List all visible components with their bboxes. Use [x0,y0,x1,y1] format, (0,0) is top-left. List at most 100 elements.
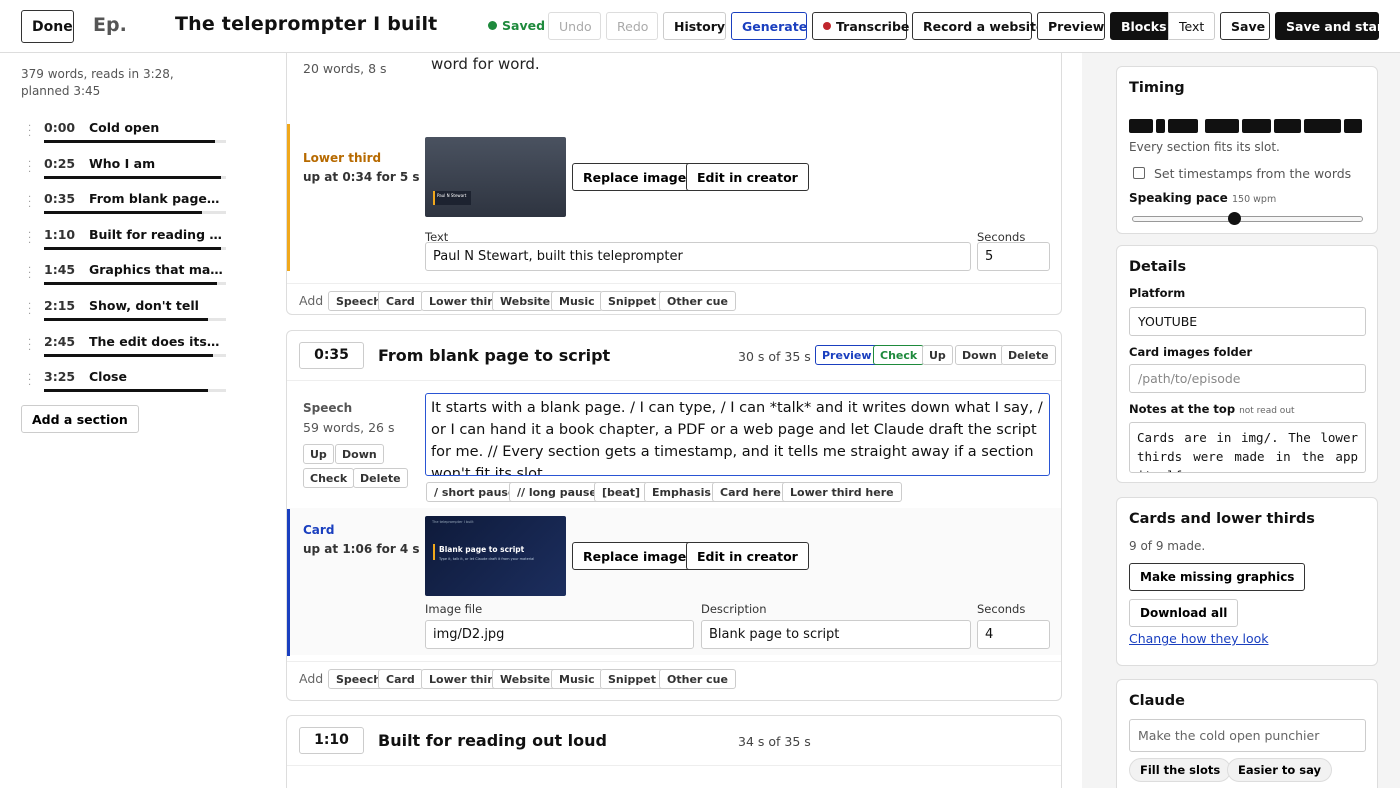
save-and-start-button[interactable]: Save and start [1275,12,1389,40]
outline-item[interactable]: · · · 0:00 Cold open [28,118,228,154]
outline-item[interactable]: ··· 0:35 From blank page to script [28,189,228,225]
replace-image-button[interactable]: Replace image [572,542,698,570]
outline-item-time: 2:15 [44,298,76,313]
outline-item-fit-bar [44,318,208,321]
notes-textarea[interactable]: Cards are in img/. The lower thirds were… [1129,422,1366,473]
markup-chip[interactable]: // long pause [509,482,605,502]
markup-chip[interactable]: Card here [712,482,789,502]
outline-item-fit-bar [44,246,221,250]
add-website-chip[interactable]: Website [492,291,559,311]
markup-chip[interactable]: [beat] [594,482,649,502]
speech-text-tail[interactable]: word for word. [431,55,540,73]
speech-check-button[interactable]: Check [303,468,355,488]
section-up-button[interactable]: Up [922,345,953,365]
lower-third-thumbnail[interactable]: Paul N Stewart [425,137,566,217]
timestamps-checkbox-label[interactable]: Set timestamps from the words [1154,166,1351,181]
speech-down-button[interactable]: Down [335,444,384,464]
pace-slider-track[interactable] [1132,216,1363,222]
section-card-from-blank-page: 0:35 From blank page to script 30 s of 3… [286,330,1062,701]
section-time[interactable]: 1:10 [299,727,364,754]
card-thumbnail[interactable]: The teleprompter I built Blank page to s… [425,516,566,596]
outline-item-time: 0:00 [44,120,76,135]
add-other-cue-chip[interactable]: Other cue [659,291,736,311]
card-cue-accent [287,509,290,656]
record-website-button[interactable]: Record a website [912,12,1045,40]
drag-handle-icon[interactable]: · · · [28,122,34,142]
section-time[interactable]: 0:35 [299,342,364,369]
add-card-chip[interactable]: Card [378,291,423,311]
speech-textarea[interactable]: It starts with a blank page. / I can typ… [425,393,1050,476]
timing-segment [1168,119,1198,133]
make-missing-graphics-button[interactable]: Make missing graphics [1129,563,1306,591]
edit-in-creator-button[interactable]: Edit in creator [686,163,809,191]
download-all-button[interactable]: Download all [1129,599,1239,627]
lower-third-text-input[interactable]: Paul N Stewart, built this teleprompter [425,242,971,271]
drag-handle-icon[interactable]: · · · [28,193,34,213]
markup-chip[interactable]: Lower third here [782,482,902,502]
description-input[interactable]: Blank page to script [701,620,971,649]
editor-main: 20 words, 8 s word for word. Lower third… [246,53,1082,788]
claude-prompt-input[interactable]: Make the cold open punchier [1129,719,1366,752]
fill-slots-button[interactable]: Fill the slots [1129,758,1232,782]
page-title[interactable]: The teleprompter I built [175,13,437,35]
add-website-chip[interactable]: Website [492,669,559,689]
add-snippet-chip[interactable]: Snippet [600,291,664,311]
section-check-button[interactable]: Check [873,345,925,365]
add-other-cue-chip[interactable]: Other cue [659,669,736,689]
change-look-link[interactable]: Change how they look [1129,631,1269,646]
outline-item[interactable]: · · · 2:45 The edit does itself [28,332,228,368]
image-file-input[interactable]: img/D2.jpg [425,620,694,649]
pace-slider-thumb[interactable] [1227,212,1241,225]
section-down-button[interactable]: Down [955,345,1004,365]
lower-third-seconds-input[interactable]: 5 [977,242,1050,271]
add-music-chip[interactable]: Music [551,291,603,311]
undo-button[interactable]: Undo [548,12,601,40]
saved-label: Saved [502,18,546,33]
divider [287,283,1061,284]
add-music-chip[interactable]: Music [551,669,603,689]
outline-item[interactable]: · · · 2:15 Show, don't tell [28,296,228,332]
transcribe-button[interactable]: Transcribe [812,12,909,40]
add-snippet-chip[interactable]: Snippet [600,669,664,689]
drag-handle-icon[interactable]: · · · [28,157,34,177]
section-title[interactable]: From blank page to script [378,346,610,365]
drag-handle-icon[interactable]: · · · [28,300,34,320]
outline-item[interactable]: · · · 0:25 Who I am [28,154,228,190]
outline-item[interactable]: ··· 1:45 Graphics that make themselves [28,260,228,296]
drag-handle-icon[interactable]: · · · [28,228,34,248]
description-label: Description [701,602,767,616]
text-view-toggle[interactable]: Text [1168,12,1215,40]
easier-to-say-button[interactable]: Easier to say [1227,758,1333,782]
outline-item-fit-bar [44,175,221,179]
outline-item[interactable]: ··· 1:10 Built for reading out loud [28,225,228,261]
preview-button[interactable]: Preview [1037,12,1105,40]
section-card-who-i-am: 20 words, 8 s word for word. Lower third… [286,53,1062,315]
section-preview-button[interactable]: Preview [815,345,879,365]
add-card-chip[interactable]: Card [378,669,423,689]
card-seconds-input[interactable]: 4 [977,620,1050,649]
speech-up-button[interactable]: Up [303,444,334,464]
timestamps-checkbox[interactable] [1133,167,1145,179]
generate-button[interactable]: Generate [731,12,807,40]
markup-chip[interactable]: Emphasis [644,482,719,502]
save-button[interactable]: Save [1220,12,1270,40]
blocks-view-toggle[interactable]: Blocks [1110,12,1169,40]
drag-handle-icon[interactable]: · · · [28,371,34,391]
platform-input[interactable]: YOUTUBE [1129,307,1366,336]
speech-delete-button[interactable]: Delete [353,468,408,488]
add-label: Add [299,671,324,686]
done-button[interactable]: Done [21,10,74,43]
history-button[interactable]: History [663,12,726,40]
drag-handle-icon[interactable]: · · · [28,264,34,284]
replace-image-button[interactable]: Replace image [572,163,698,191]
drag-handle-icon[interactable]: · · · [28,335,34,355]
section-delete-button[interactable]: Delete [1001,345,1056,365]
redo-button[interactable]: Redo [606,12,658,40]
section-title[interactable]: Built for reading out loud [378,731,607,750]
folder-input[interactable]: /path/to/episode [1129,364,1366,393]
outline-item[interactable]: · · · 3:25 Close [28,367,228,403]
add-section-button[interactable]: Add a section [21,405,139,433]
section-fit: 34 s of 35 s [738,734,811,749]
edit-in-creator-button[interactable]: Edit in creator [686,542,809,570]
outline-item-name: Close [89,369,127,385]
